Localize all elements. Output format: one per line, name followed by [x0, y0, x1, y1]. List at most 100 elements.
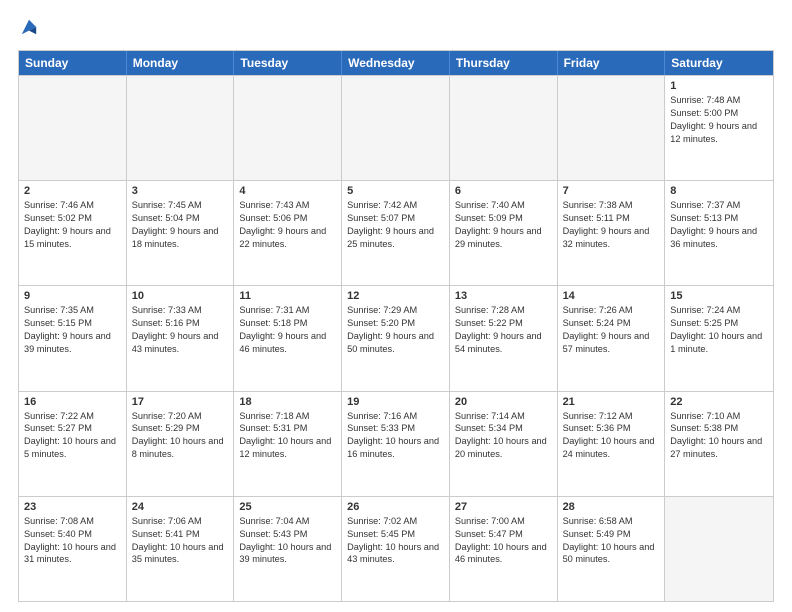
calendar-empty-cell — [19, 76, 127, 180]
day-info: Sunrise: 7:33 AM Sunset: 5:16 PM Dayligh… — [132, 304, 229, 356]
day-number: 23 — [24, 501, 121, 513]
calendar-day-21: 21 Sunrise: 7:12 AM Sunset: 5:36 PM Dayli… — [558, 392, 666, 496]
day-info: Sunrise: 6:58 AM Sunset: 5:49 PM Dayligh… — [563, 515, 660, 567]
calendar-day-2: 2 Sunrise: 7:46 AM Sunset: 5:02 PM Daylig… — [19, 181, 127, 285]
calendar-day-7: 7 Sunrise: 7:38 AM Sunset: 5:11 PM Daylig… — [558, 181, 666, 285]
day-info: Sunrise: 7:46 AM Sunset: 5:02 PM Dayligh… — [24, 199, 121, 251]
calendar-day-1: 1 Sunrise: 7:48 AM Sunset: 5:00 PM Daylig… — [665, 76, 773, 180]
day-number: 12 — [347, 290, 444, 302]
day-info: Sunrise: 7:38 AM Sunset: 5:11 PM Dayligh… — [563, 199, 660, 251]
day-info: Sunrise: 7:22 AM Sunset: 5:27 PM Dayligh… — [24, 410, 121, 462]
day-info: Sunrise: 7:28 AM Sunset: 5:22 PM Dayligh… — [455, 304, 552, 356]
day-number: 26 — [347, 501, 444, 513]
day-info: Sunrise: 7:37 AM Sunset: 5:13 PM Dayligh… — [670, 199, 768, 251]
day-number: 22 — [670, 396, 768, 408]
calendar-day-26: 26 Sunrise: 7:02 AM Sunset: 5:45 PM Dayli… — [342, 497, 450, 601]
day-number: 21 — [563, 396, 660, 408]
day-number: 2 — [24, 185, 121, 197]
calendar-day-18: 18 Sunrise: 7:18 AM Sunset: 5:31 PM Dayli… — [234, 392, 342, 496]
day-header-sunday: Sunday — [19, 51, 127, 75]
calendar-day-24: 24Sunrise: 7:06 AM Sunset: 5:41 PM Dayli… — [127, 497, 235, 601]
calendar-day-4: 4 Sunrise: 7:43 AM Sunset: 5:06 PM Daylig… — [234, 181, 342, 285]
calendar-body: 1 Sunrise: 7:48 AM Sunset: 5:00 PM Daylig… — [19, 75, 773, 601]
calendar-day-17: 17 Sunrise: 7:20 AM Sunset: 5:29 PM Dayli… — [127, 392, 235, 496]
day-number: 28 — [563, 501, 660, 513]
day-info: Sunrise: 7:06 AM Sunset: 5:41 PM Dayligh… — [132, 515, 229, 567]
calendar-day-25: 25 Sunrise: 7:04 AM Sunset: 5:43 PM Dayli… — [234, 497, 342, 601]
calendar-row-2: 2 Sunrise: 7:46 AM Sunset: 5:02 PM Daylig… — [19, 180, 773, 285]
day-number: 9 — [24, 290, 121, 302]
day-number: 27 — [455, 501, 552, 513]
day-info: Sunrise: 7:14 AM Sunset: 5:34 PM Dayligh… — [455, 410, 552, 462]
calendar-day-11: 11Sunrise: 7:31 AM Sunset: 5:18 PM Dayli… — [234, 286, 342, 390]
day-info: Sunrise: 7:18 AM Sunset: 5:31 PM Dayligh… — [239, 410, 336, 462]
day-number: 4 — [239, 185, 336, 197]
day-number: 13 — [455, 290, 552, 302]
day-info: Sunrise: 7:43 AM Sunset: 5:06 PM Dayligh… — [239, 199, 336, 251]
calendar-row-1: 1 Sunrise: 7:48 AM Sunset: 5:00 PM Daylig… — [19, 75, 773, 180]
logo-icon — [20, 18, 38, 36]
calendar-day-5: 5 Sunrise: 7:42 AM Sunset: 5:07 PM Daylig… — [342, 181, 450, 285]
day-info: Sunrise: 7:24 AM Sunset: 5:25 PM Dayligh… — [670, 304, 768, 356]
day-info: Sunrise: 7:42 AM Sunset: 5:07 PM Dayligh… — [347, 199, 444, 251]
day-number: 17 — [132, 396, 229, 408]
calendar-day-15: 15 Sunrise: 7:24 AM Sunset: 5:25 PM Dayli… — [665, 286, 773, 390]
day-info: Sunrise: 7:20 AM Sunset: 5:29 PM Dayligh… — [132, 410, 229, 462]
calendar-day-13: 13 Sunrise: 7:28 AM Sunset: 5:22 PM Dayli… — [450, 286, 558, 390]
day-number: 15 — [670, 290, 768, 302]
calendar-day-19: 19 Sunrise: 7:16 AM Sunset: 5:33 PM Dayli… — [342, 392, 450, 496]
calendar-empty-cell — [450, 76, 558, 180]
header — [18, 18, 774, 40]
day-info: Sunrise: 7:04 AM Sunset: 5:43 PM Dayligh… — [239, 515, 336, 567]
day-info: Sunrise: 7:48 AM Sunset: 5:00 PM Dayligh… — [670, 94, 768, 146]
day-number: 16 — [24, 396, 121, 408]
day-number: 5 — [347, 185, 444, 197]
calendar-day-10: 10 Sunrise: 7:33 AM Sunset: 5:16 PM Dayli… — [127, 286, 235, 390]
calendar-empty-cell — [234, 76, 342, 180]
calendar-day-6: 6Sunrise: 7:40 AM Sunset: 5:09 PM Daylig… — [450, 181, 558, 285]
calendar-day-14: 14Sunrise: 7:26 AM Sunset: 5:24 PM Dayli… — [558, 286, 666, 390]
day-info: Sunrise: 7:02 AM Sunset: 5:45 PM Dayligh… — [347, 515, 444, 567]
day-info: Sunrise: 7:29 AM Sunset: 5:20 PM Dayligh… — [347, 304, 444, 356]
calendar-day-3: 3Sunrise: 7:45 AM Sunset: 5:04 PM Daylig… — [127, 181, 235, 285]
calendar-row-3: 9 Sunrise: 7:35 AM Sunset: 5:15 PM Daylig… — [19, 285, 773, 390]
calendar-header: SundayMondayTuesdayWednesdayThursdayFrid… — [19, 51, 773, 75]
day-number: 8 — [670, 185, 768, 197]
day-info: Sunrise: 7:16 AM Sunset: 5:33 PM Dayligh… — [347, 410, 444, 462]
day-header-monday: Monday — [127, 51, 235, 75]
day-number: 1 — [670, 80, 768, 92]
day-info: Sunrise: 7:12 AM Sunset: 5:36 PM Dayligh… — [563, 410, 660, 462]
calendar-day-28: 28 Sunrise: 6:58 AM Sunset: 5:49 PM Dayli… — [558, 497, 666, 601]
day-number: 19 — [347, 396, 444, 408]
day-info: Sunrise: 7:08 AM Sunset: 5:40 PM Dayligh… — [24, 515, 121, 567]
day-header-tuesday: Tuesday — [234, 51, 342, 75]
calendar: SundayMondayTuesdayWednesdayThursdayFrid… — [18, 50, 774, 602]
calendar-empty-cell — [665, 497, 773, 601]
page: SundayMondayTuesdayWednesdayThursdayFrid… — [0, 0, 792, 612]
day-header-friday: Friday — [558, 51, 666, 75]
day-info: Sunrise: 7:40 AM Sunset: 5:09 PM Dayligh… — [455, 199, 552, 251]
logo — [18, 18, 38, 40]
day-number: 7 — [563, 185, 660, 197]
day-header-saturday: Saturday — [665, 51, 773, 75]
day-info: Sunrise: 7:31 AM Sunset: 5:18 PM Dayligh… — [239, 304, 336, 356]
day-number: 20 — [455, 396, 552, 408]
day-info: Sunrise: 7:35 AM Sunset: 5:15 PM Dayligh… — [24, 304, 121, 356]
calendar-row-4: 16 Sunrise: 7:22 AM Sunset: 5:27 PM Dayli… — [19, 391, 773, 496]
calendar-day-9: 9 Sunrise: 7:35 AM Sunset: 5:15 PM Daylig… — [19, 286, 127, 390]
calendar-day-16: 16 Sunrise: 7:22 AM Sunset: 5:27 PM Dayli… — [19, 392, 127, 496]
day-number: 25 — [239, 501, 336, 513]
day-header-thursday: Thursday — [450, 51, 558, 75]
calendar-empty-cell — [342, 76, 450, 180]
calendar-day-27: 27Sunrise: 7:00 AM Sunset: 5:47 PM Dayli… — [450, 497, 558, 601]
day-info: Sunrise: 7:10 AM Sunset: 5:38 PM Dayligh… — [670, 410, 768, 462]
day-number: 18 — [239, 396, 336, 408]
day-info: Sunrise: 7:45 AM Sunset: 5:04 PM Dayligh… — [132, 199, 229, 251]
calendar-row-5: 23 Sunrise: 7:08 AM Sunset: 5:40 PM Dayli… — [19, 496, 773, 601]
day-info: Sunrise: 7:26 AM Sunset: 5:24 PM Dayligh… — [563, 304, 660, 356]
calendar-day-20: 20 Sunrise: 7:14 AM Sunset: 5:34 PM Dayli… — [450, 392, 558, 496]
day-number: 10 — [132, 290, 229, 302]
calendar-empty-cell — [127, 76, 235, 180]
calendar-empty-cell — [558, 76, 666, 180]
calendar-day-22: 22 Sunrise: 7:10 AM Sunset: 5:38 PM Dayli… — [665, 392, 773, 496]
